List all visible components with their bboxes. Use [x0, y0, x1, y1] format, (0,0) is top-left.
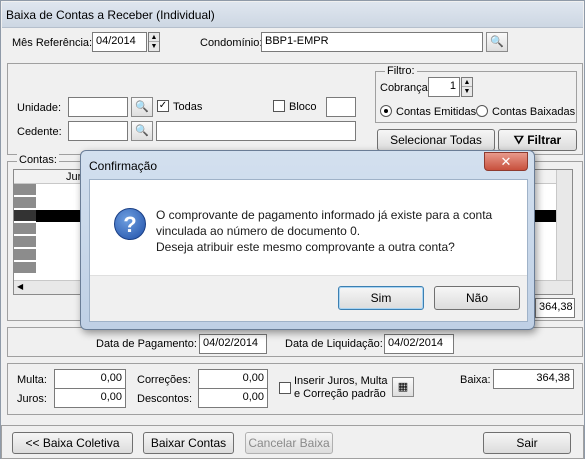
descontos-label: Descontos:	[137, 393, 193, 405]
question-icon: ?	[114, 208, 146, 240]
dialog-body: ? O comprovante de pagamento informado j…	[89, 179, 528, 322]
dialog-message-line-3: Deseja atribuir este mesmo comprovante a…	[156, 240, 455, 254]
data-liquidacao-label: Data de Liquidação:	[285, 338, 383, 350]
spin-down-icon[interactable]: ▼	[462, 87, 472, 96]
mes-referencia-label: Mês Referência:	[12, 37, 93, 49]
binoculars-icon: 🔍	[135, 125, 149, 137]
row-header[interactable]	[14, 210, 36, 222]
dialog-message-line-2: vinculada ao número de documento 0.	[156, 224, 361, 238]
title-bar: Baixa de Contas a Receber (Individual)	[2, 2, 583, 28]
spin-up-icon[interactable]: ▲	[462, 78, 472, 87]
cedente-field[interactable]	[68, 121, 128, 141]
no-button[interactable]: Não	[434, 286, 520, 310]
selecionar-todas-button[interactable]: Selecionar Todas	[377, 129, 495, 151]
data-pagamento-label: Data de Pagamento:	[96, 338, 197, 350]
dialog-message-line-1: O comprovante de pagamento informado já …	[156, 208, 493, 222]
contas-baixadas-radio[interactable]	[476, 105, 488, 117]
binoculars-icon: 🔍	[490, 36, 504, 48]
filtro-group-label: Filtro:	[385, 65, 417, 77]
row-header[interactable]	[14, 262, 36, 274]
confirmation-dialog: Confirmação ✕ ? O comprovante de pagamen…	[80, 150, 535, 330]
data-liquidacao-field[interactable]: 04/02/2014	[384, 334, 454, 354]
yes-button[interactable]: Sim	[338, 286, 424, 310]
bloco-label: Bloco	[289, 101, 317, 113]
funnel-icon: ⛛	[513, 133, 528, 147]
todas-checkbox[interactable]: ✓	[157, 100, 169, 112]
multa-label: Multa:	[17, 374, 47, 386]
correcoes-label: Correções:	[137, 374, 191, 386]
spin-up-icon[interactable]: ▲	[149, 33, 159, 42]
bloco-field[interactable]	[326, 97, 356, 117]
bloco-checkbox[interactable]	[273, 100, 285, 112]
mes-referencia-spinner[interactable]: ▲ ▼	[148, 32, 160, 52]
unidade-search-button[interactable]: 🔍	[131, 97, 153, 117]
cancelar-baixa-button: Cancelar Baixa	[245, 432, 333, 454]
cobranca-field[interactable]: 1	[428, 77, 460, 97]
correcoes-field[interactable]: 0,00	[198, 369, 268, 389]
sair-button[interactable]: Sair	[483, 432, 571, 454]
row-header[interactable]	[14, 223, 36, 235]
dialog-title: Confirmação	[89, 159, 158, 173]
contas-emitidas-radio[interactable]	[380, 105, 392, 117]
inserir-padrao-label-2: e Correção padrão	[294, 388, 386, 400]
binoculars-icon: 🔍	[135, 101, 149, 113]
contas-emitidas-label: Contas Emitidas	[396, 106, 477, 118]
contas-total-field: 364,38	[535, 298, 575, 318]
inserir-padrao-checkbox[interactable]	[279, 382, 291, 394]
todas-label: Todas	[173, 101, 203, 113]
vertical-scrollbar[interactable]	[556, 170, 572, 294]
spin-down-icon[interactable]: ▼	[149, 42, 159, 51]
baixar-contas-button[interactable]: Baixar Contas	[143, 432, 234, 454]
condominio-search-button[interactable]: 🔍	[486, 32, 508, 52]
cobranca-spinner[interactable]: ▲ ▼	[461, 77, 473, 97]
filtrar-label: Filtrar	[527, 133, 562, 147]
filtrar-button[interactable]: ⛛ Filtrar	[498, 129, 577, 151]
row-header[interactable]	[14, 184, 36, 196]
contas-baixadas-label: Contas Baixadas	[492, 106, 576, 118]
calculator-icon: ▦	[397, 381, 409, 393]
contas-group-label: Contas:	[17, 154, 59, 166]
descontos-field[interactable]: 0,00	[198, 388, 268, 408]
cedente-search-button[interactable]: 🔍	[131, 121, 153, 141]
cedente-label: Cedente:	[17, 126, 62, 138]
baixa-field[interactable]: 364,38	[493, 369, 574, 389]
multa-field[interactable]: 0,00	[54, 369, 126, 389]
inserir-padrao-label-1: Inserir Juros, Multa	[294, 375, 388, 387]
calculator-button[interactable]: ▦	[392, 377, 414, 397]
baixa-label: Baixa:	[460, 374, 491, 386]
condominio-label: Condomínio:	[200, 37, 263, 49]
row-header[interactable]	[14, 197, 36, 209]
dialog-button-bar: Sim Não	[90, 275, 527, 321]
close-icon: ✕	[500, 154, 512, 169]
data-pagamento-field[interactable]: 04/02/2014	[199, 334, 267, 354]
window-title: Baixa de Contas a Receber (Individual)	[6, 8, 215, 22]
juros-label: Juros:	[17, 393, 47, 405]
scroll-left-icon[interactable]: ◀	[17, 282, 23, 291]
unidade-field[interactable]	[68, 97, 128, 117]
baixa-coletiva-button[interactable]: << Baixa Coletiva	[12, 432, 133, 454]
unidade-label: Unidade:	[17, 102, 62, 114]
dialog-close-button[interactable]: ✕	[484, 152, 528, 171]
mes-referencia-field[interactable]: 04/2014	[92, 32, 147, 52]
row-header[interactable]	[14, 249, 36, 261]
condominio-field[interactable]: BBP1-EMPR	[261, 32, 483, 52]
row-header[interactable]	[14, 236, 36, 248]
juros-field[interactable]: 0,00	[54, 388, 126, 408]
cedente-name-field[interactable]	[156, 121, 356, 141]
cobranca-label: Cobrança:	[380, 82, 431, 94]
